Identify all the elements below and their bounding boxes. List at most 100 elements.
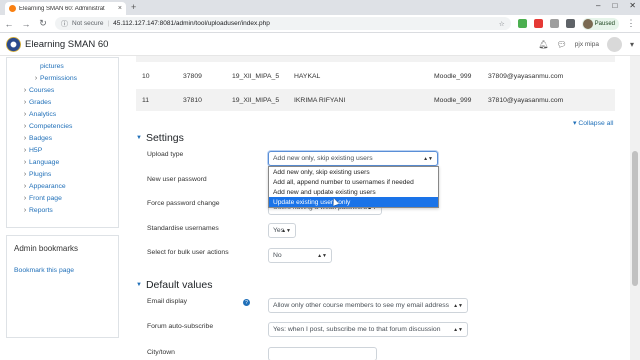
cell-num: 10 (142, 72, 150, 80)
sidebar-item-label: Permissions (40, 74, 78, 82)
tab-title: Elearning SMAN 60: Administrat (19, 5, 105, 12)
sidebar-item-label: H5P (29, 146, 43, 154)
omnibox[interactable]: ⓘ Not secure | 45.112.127.147:8081/admin… (55, 17, 511, 30)
sidebar-item[interactable]: › Grades (7, 96, 118, 108)
chevron-right-icon: › (23, 170, 27, 178)
bookmark-page-link[interactable]: Bookmark this page (14, 267, 111, 274)
sidebar-item[interactable]: › Competencies (7, 120, 118, 132)
profile-status: Paused (594, 20, 615, 27)
not-secure-label: Not secure (72, 20, 104, 27)
moodle-favicon-icon (9, 5, 16, 12)
cell-name: HAYKAL (294, 72, 321, 80)
chevron-right-icon: › (34, 74, 38, 82)
chevron-right-icon: › (23, 86, 27, 94)
bookmark-star-icon[interactable]: ☆ (499, 20, 505, 28)
sidebar-item-label: pictures (40, 62, 64, 70)
profile-avatar (582, 18, 593, 29)
help-icon[interactable]: ? (243, 299, 250, 306)
force-password-change-label: Force password change (147, 200, 220, 207)
sidebar-item-label: Analytics (29, 110, 57, 118)
sidebar-item[interactable]: › Front page (7, 192, 118, 204)
sidebar-item-label: Grades (29, 98, 52, 106)
extension-icon[interactable] (549, 19, 559, 28)
user-name[interactable]: pjx mipa (575, 41, 599, 48)
city-input[interactable] (268, 347, 377, 360)
tab-close-icon[interactable]: × (118, 5, 122, 12)
upload-type-select[interactable]: Add new only, skip existing users ▲▼ (268, 151, 438, 166)
extension-icon[interactable] (533, 19, 543, 28)
scrollbar-thumb[interactable] (632, 151, 638, 286)
site-navbar: Elearning SMAN 60 🔔︎ 💬︎ pjx mipa ▾ (0, 34, 640, 56)
back-icon[interactable]: ← (4, 19, 14, 29)
info-warning-icon[interactable]: ⓘ (61, 19, 68, 29)
sidebar-item-label: Competencies (29, 122, 73, 130)
table-row: 11 37810 19_XII_MIPA_5 IKRIMA RIFYANI Mo… (136, 89, 615, 111)
bulk-actions-select[interactable]: No ▲▼ (268, 248, 332, 263)
user-avatar[interactable] (606, 37, 622, 52)
sidebar-item[interactable]: › Appearance (7, 180, 118, 192)
close-window-button[interactable]: ✕ (629, 1, 636, 10)
cell-class: 19_XII_MIPA_5 (232, 72, 280, 80)
sidebar-item[interactable]: › Language (7, 156, 118, 168)
email-display-select[interactable]: Allow only other course members to see m… (268, 298, 468, 313)
messages-icon[interactable]: 💬︎ (557, 40, 567, 49)
sidebar-item[interactable]: pictures (7, 60, 118, 72)
sidebar-item[interactable]: › Courses (7, 84, 118, 96)
dropdown-option[interactable]: Add new and update existing users (269, 187, 438, 197)
reload-icon[interactable]: ↻ (38, 18, 48, 29)
sidebar-item[interactable]: › Badges (7, 132, 118, 144)
browser-menu-icon[interactable]: ⋮ (626, 18, 636, 29)
sidebar-item[interactable]: › Reports (7, 204, 118, 216)
puzzle-icon[interactable] (565, 19, 575, 28)
sidebar-item-label: Language (29, 158, 60, 166)
collapse-all-link[interactable]: ▾ Collapse all (573, 119, 613, 127)
site-logo[interactable] (6, 37, 21, 52)
browser-tab[interactable]: Elearning SMAN 60: Administrat × (5, 2, 126, 15)
sidebar-item[interactable]: › Plugins (7, 168, 118, 180)
sidebar-item[interactable]: › Permissions (7, 72, 118, 84)
page-scrollbar[interactable] (630, 56, 640, 360)
cell-id: 37810 (183, 96, 202, 104)
upload-type-dropdown: Add new only, skip existing users Add all… (268, 166, 439, 208)
forward-icon[interactable]: → (21, 19, 31, 29)
admin-bookmarks-block: Admin bookmarks Bookmark this page (6, 235, 119, 338)
sidebar-item-label: Appearance (29, 182, 66, 190)
table-row (136, 56, 615, 62)
navigation-block: pictures › Permissions › Courses › Grades › Anal… (6, 57, 119, 228)
forum-subscribe-select[interactable]: Yes: when I post, subscribe me to that f… (268, 322, 468, 337)
cell-class: 19_XII_MIPA_5 (232, 96, 280, 104)
cell-email: 37810@yayasanmu.com (488, 96, 564, 104)
dropdown-option[interactable]: Add all, append number to usernames if n… (269, 177, 438, 187)
extension-icon[interactable] (517, 19, 527, 28)
maximize-button[interactable]: □ (612, 1, 617, 10)
forum-subscribe-value: Yes: when I post, subscribe me to that f… (273, 326, 441, 333)
site-name[interactable]: Elearning SMAN 60 (25, 39, 108, 50)
sidebar-item[interactable]: › H5P (7, 144, 118, 156)
minimize-button[interactable]: – (596, 1, 600, 10)
chevron-right-icon: › (23, 98, 27, 106)
dropdown-option[interactable]: Add new only, skip existing users (269, 167, 438, 177)
sidebar-item-label: Front page (29, 194, 62, 202)
cell-email: 37809@yayasanmu.com (488, 72, 564, 80)
chevron-right-icon: › (23, 134, 27, 142)
url-text[interactable]: 45.112.127.147:8081/admin/tool/uploaduse… (113, 20, 270, 27)
chevron-down-icon[interactable]: ▾ (630, 40, 634, 49)
chevron-right-icon: › (23, 158, 27, 166)
sidebar-item[interactable]: › Analytics (7, 108, 118, 120)
cell-id: 37809 (183, 72, 202, 80)
profile-button[interactable]: Paused (581, 17, 619, 30)
new-user-password-label: New user password (147, 176, 207, 183)
notification-bell-icon[interactable]: 🔔︎ (538, 40, 548, 49)
dropdown-option[interactable]: Update existing users only (269, 197, 438, 207)
omnibox-separator: | (107, 20, 110, 27)
chevron-down-icon: ▼ (136, 282, 142, 288)
select-arrows-icon: ▲▼ (281, 227, 291, 234)
email-display-label: Email display (147, 298, 188, 305)
standardise-usernames-select[interactable]: Yes ▲▼ (268, 223, 296, 238)
chevron-down-icon: ▼ (136, 135, 142, 141)
cell-name: IKRIMA RIFYANI (294, 96, 346, 104)
chevron-right-icon: › (23, 182, 27, 190)
default-values-section-header[interactable]: ▼ Default values (136, 279, 213, 291)
new-tab-button[interactable]: + (131, 2, 136, 12)
settings-section-header[interactable]: ▼ Settings (136, 132, 184, 144)
